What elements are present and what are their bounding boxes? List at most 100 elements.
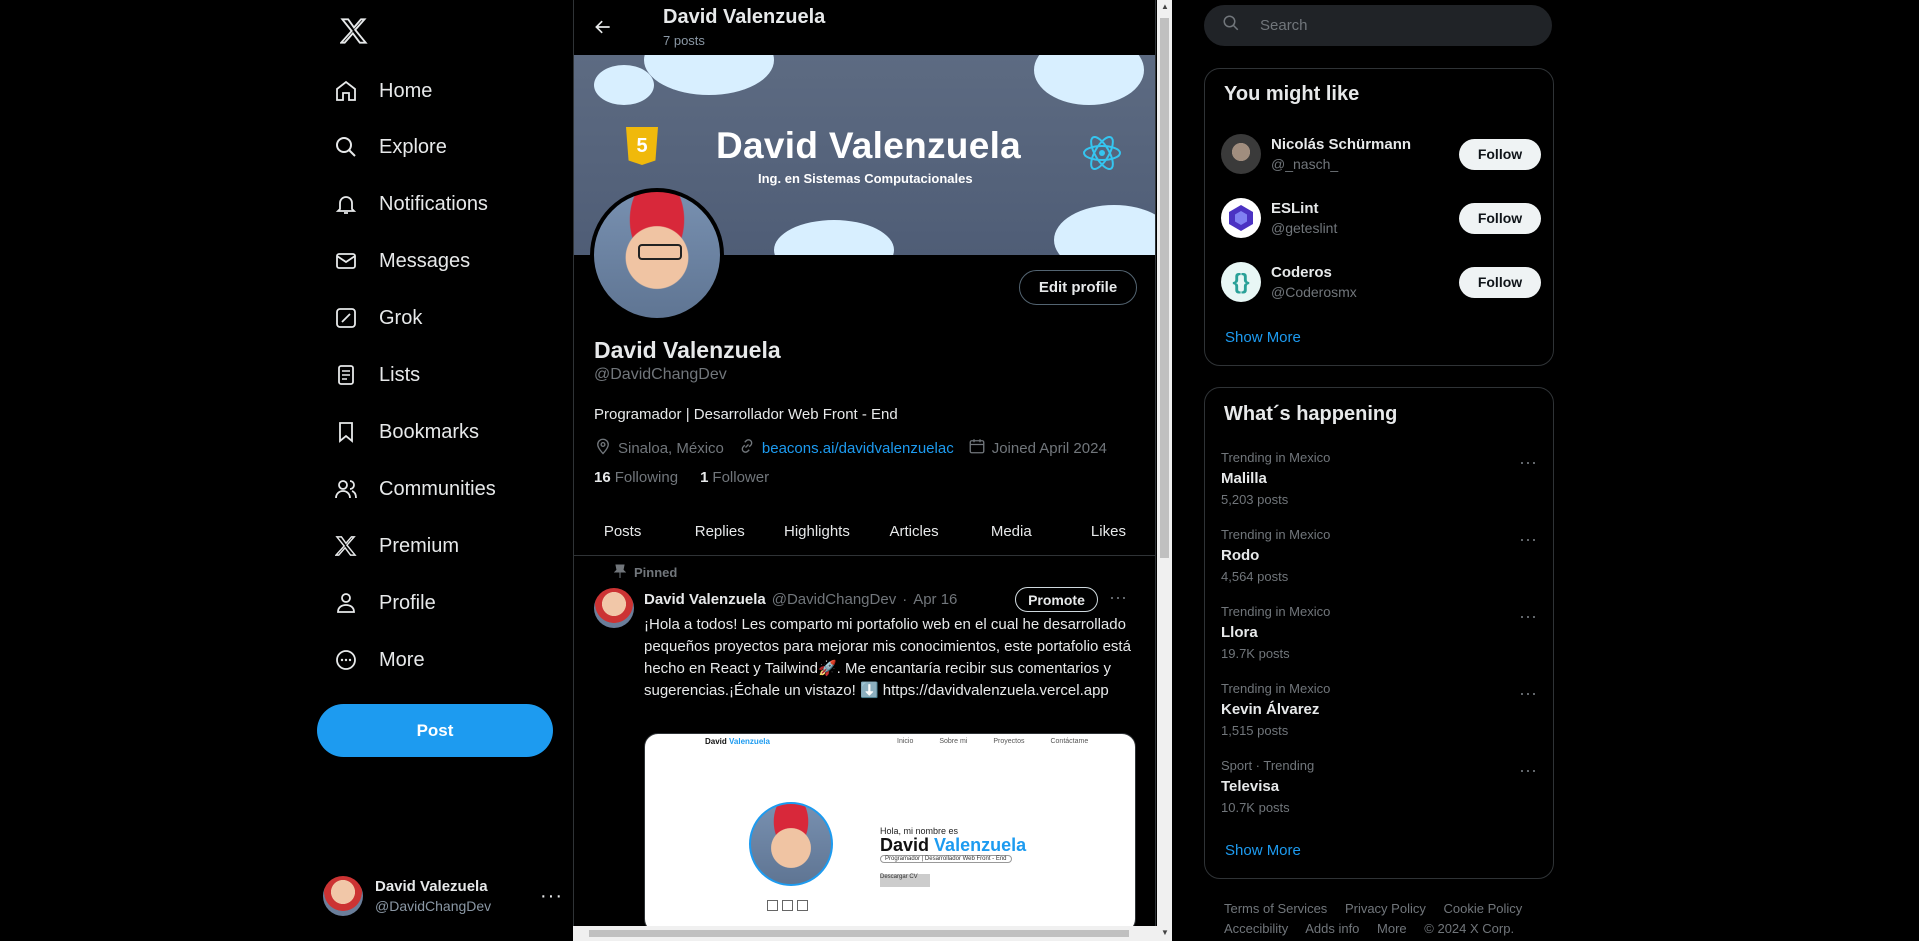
tweet-date[interactable]: Apr 16 [913,591,957,608]
followers-link[interactable]: 1 Follower [700,469,769,486]
trend-item[interactable]: Trending in Mexico Kevin Álvarez 1,515 p… [1221,681,1543,747]
trend-count: 5,203 posts [1221,492,1289,507]
trend-more-icon[interactable]: ··· [1519,760,1537,781]
js-logo-icon: 5 [626,127,658,165]
scroll-up-icon[interactable]: ▲ [1161,2,1169,11]
preview-download-button: Descargar CV [880,874,930,887]
tweet-author-handle: @DavidChangDev [771,591,897,608]
tweet-link-preview[interactable]: David Valenzuela Inicio Sobre mi Proyect… [644,733,1136,933]
tweet-more-icon[interactable]: ··· [1109,587,1127,608]
trends-title: What´s happening [1224,403,1398,425]
who-to-follow-show-more[interactable]: Show More [1225,329,1301,346]
nav-communities[interactable]: Communities [333,466,496,512]
nav-communities-label: Communities [379,477,496,500]
edit-profile-button[interactable]: Edit profile [1019,270,1137,305]
trends-show-more[interactable]: Show More [1225,842,1301,859]
footer-link[interactable]: More [1377,921,1407,936]
tab-media[interactable]: Media [963,508,1060,555]
trend-item[interactable]: Trending in Mexico Rodo 4,564 posts ··· [1221,527,1543,593]
followers-label: Follower [712,469,770,486]
pin-icon [613,564,627,581]
suggested-account[interactable]: Nicolás Schürmann @_nasch_ Follow [1221,130,1541,178]
trend-title: Llora [1221,624,1258,641]
left-sidebar: Home Explore Notifications Messages Grok… [309,0,573,941]
nav-home[interactable]: Home [333,68,432,114]
trend-more-icon[interactable]: ··· [1519,606,1537,627]
following-link[interactable]: 16 Following [594,469,678,486]
who-to-follow-title: You might like [1224,83,1360,105]
follow-button[interactable]: Follow [1459,138,1541,170]
preview-brand: David Valenzuela [705,737,770,746]
trend-item[interactable]: Trending in Mexico Malilla 5,203 posts ·… [1221,450,1543,516]
nav-home-label: Home [379,79,433,102]
trend-item[interactable]: Sport · Trending Televisa 10.7K posts ··… [1221,758,1543,824]
nav-notifications-label: Notifications [379,192,488,215]
horizontal-scrollbar[interactable] [573,926,1157,941]
account-name: ESLint [1271,200,1319,217]
profile-website-link[interactable]: beacons.ai/davidvalenzuelac [762,440,954,457]
nav-explore-label: Explore [379,135,447,158]
account-handle: @_nasch_ [1271,156,1339,172]
preview-avatar [749,802,833,886]
nav-bookmarks[interactable]: Bookmarks [333,409,479,455]
trend-more-icon[interactable]: ··· [1519,683,1537,704]
trend-item[interactable]: Trending in Mexico Llora 19.7K posts ··· [1221,604,1543,670]
trend-count: 1,515 posts [1221,723,1289,738]
bell-icon [333,191,359,217]
tab-likes[interactable]: Likes [1060,508,1155,555]
website-item[interactable]: beacons.ai/davidvalenzuelac [738,437,954,459]
x-logo-icon[interactable] [333,10,375,52]
header-post-count: 7 posts [663,33,705,48]
nav-explore[interactable]: Explore [333,124,447,170]
scrollbar-thumb[interactable] [1160,18,1169,558]
vertical-scrollbar[interactable]: ▲ ▼ [1157,0,1172,941]
tweet-author-name[interactable]: David Valenzuela [644,591,766,608]
trend-title: Televisa [1221,778,1280,795]
nav-profile[interactable]: Profile [333,580,436,626]
tab-posts[interactable]: Posts [574,508,671,555]
cloud-shape [594,65,654,105]
tweet-header: David Valenzuela @DavidChangDev · Apr 16 [644,591,957,608]
nav-notifications[interactable]: Notifications [333,181,488,227]
scroll-down-icon[interactable]: ▼ [1161,928,1169,937]
footer-link[interactable]: Cookie Policy [1443,901,1522,916]
profile-avatar[interactable] [590,188,724,322]
footer-link[interactable]: Adds info [1305,921,1359,936]
pinned-label: Pinned [634,565,678,580]
trend-more-icon[interactable]: ··· [1519,529,1537,550]
back-arrow-icon[interactable] [590,14,616,40]
preview-nav: Inicio Sobre mi Proyectos Contáctame [897,738,1089,745]
nav-lists[interactable]: Lists [333,352,420,398]
footer-link[interactable]: Privacy Policy [1345,901,1426,916]
tab-replies[interactable]: Replies [671,508,768,555]
tweet-avatar[interactable] [594,588,634,628]
follow-button[interactable]: Follow [1459,202,1541,234]
cloud-shape [774,220,894,255]
trend-context: Sport · Trending [1221,758,1315,773]
footer-link[interactable]: Terms of Services [1224,901,1327,916]
scrollbar-thumb[interactable] [589,930,1129,937]
following-count: 16 [594,469,611,486]
suggested-account[interactable]: {} Coderos @Coderosmx Follow [1221,258,1541,306]
trend-context: Trending in Mexico [1221,527,1331,542]
post-button[interactable]: Post [317,704,553,757]
tab-articles[interactable]: Articles [866,508,963,555]
nav-premium[interactable]: Premium [333,523,459,569]
bookmark-icon [333,419,359,445]
search-box[interactable] [1204,5,1552,46]
trend-more-icon[interactable]: ··· [1519,452,1537,473]
promote-button[interactable]: Promote [1015,587,1098,612]
nav-messages[interactable]: Messages [333,238,470,284]
footer-link[interactable]: Accecibility [1224,921,1288,936]
nav-more[interactable]: More [333,637,425,683]
x-logo-icon [333,533,359,559]
search-input[interactable] [1260,17,1520,34]
follow-button[interactable]: Follow [1459,266,1541,298]
profile-bio: Programador | Desarrollador Web Front - … [594,406,898,423]
suggested-account[interactable]: ESLint @geteslint Follow [1221,194,1541,242]
tab-highlights[interactable]: Highlights [768,508,865,555]
account-switcher[interactable]: David Valezuela @DavidChangDev ··· [323,868,563,924]
location-pin-icon [594,437,612,459]
nav-grok[interactable]: Grok [333,295,422,341]
people-icon [333,476,359,502]
